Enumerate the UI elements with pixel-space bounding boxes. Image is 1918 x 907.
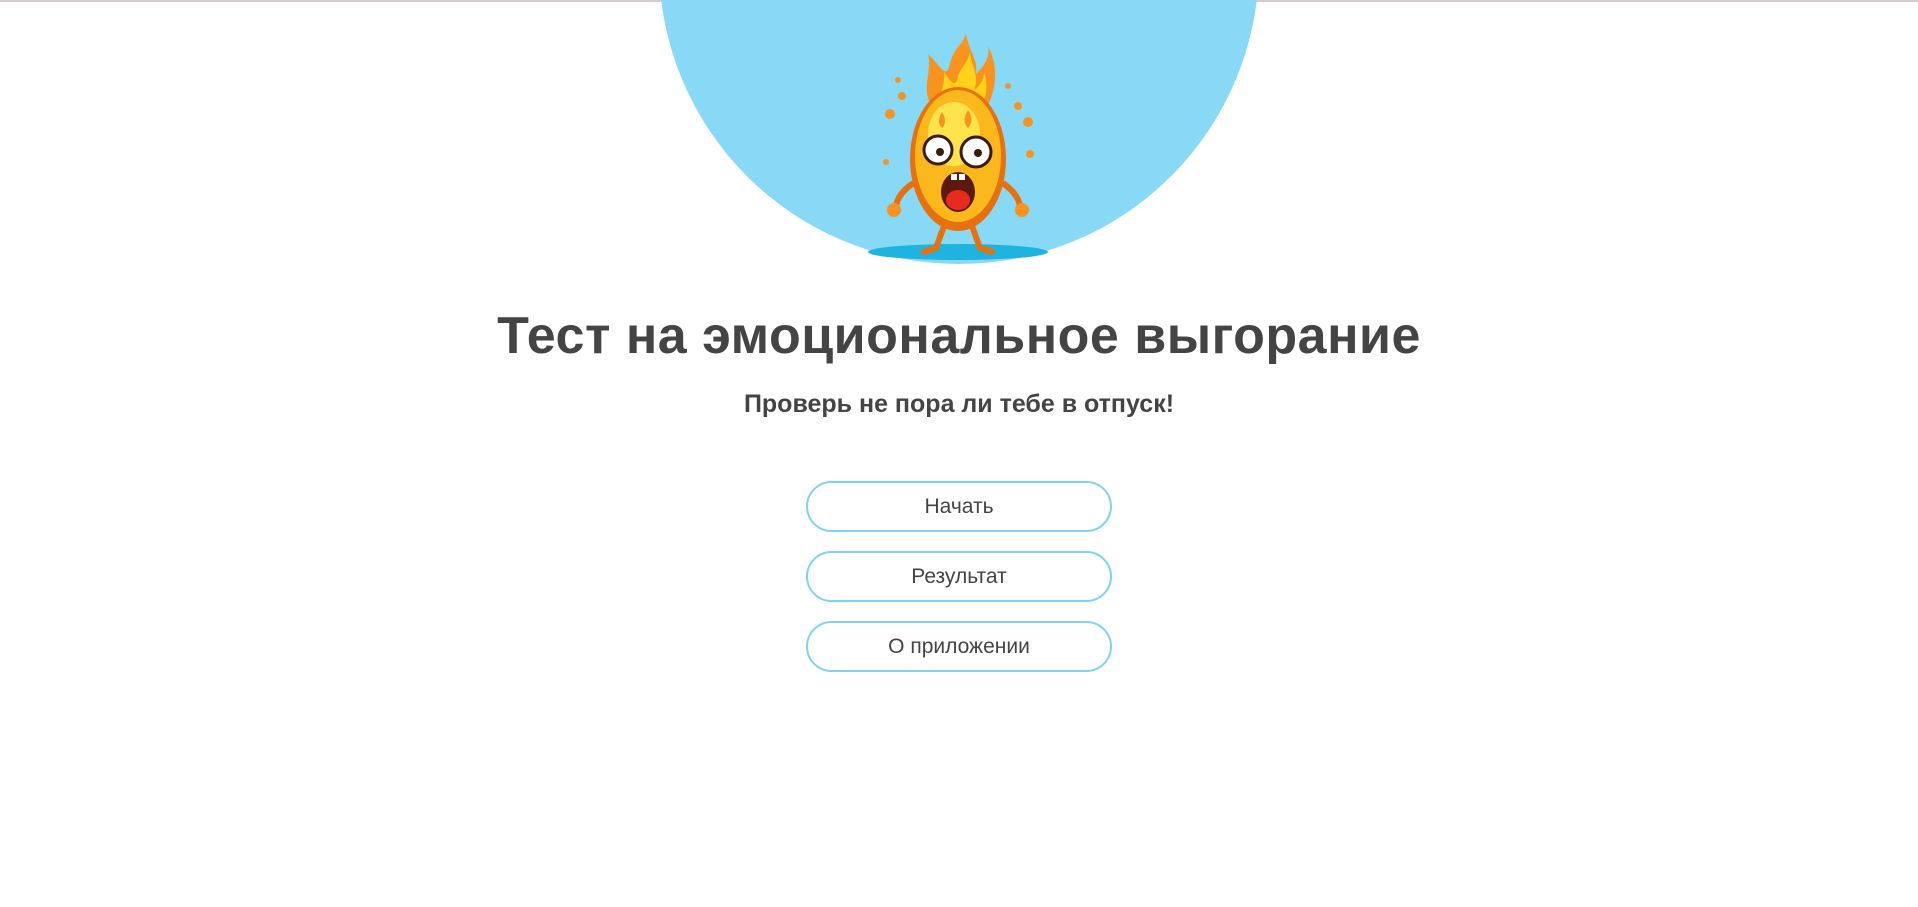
start-button[interactable]: Начать: [806, 481, 1112, 532]
about-app-button[interactable]: О приложении: [806, 621, 1112, 672]
page-subtitle: Проверь не пора ли тебе в отпуск!: [743, 390, 1175, 418]
burning-character-illustration: [868, 34, 1048, 260]
result-button[interactable]: Результат: [806, 551, 1112, 602]
page-title: Тест на эмоциональное выгорание: [497, 307, 1421, 365]
main-menu: Начать Результат О приложении: [806, 481, 1112, 691]
